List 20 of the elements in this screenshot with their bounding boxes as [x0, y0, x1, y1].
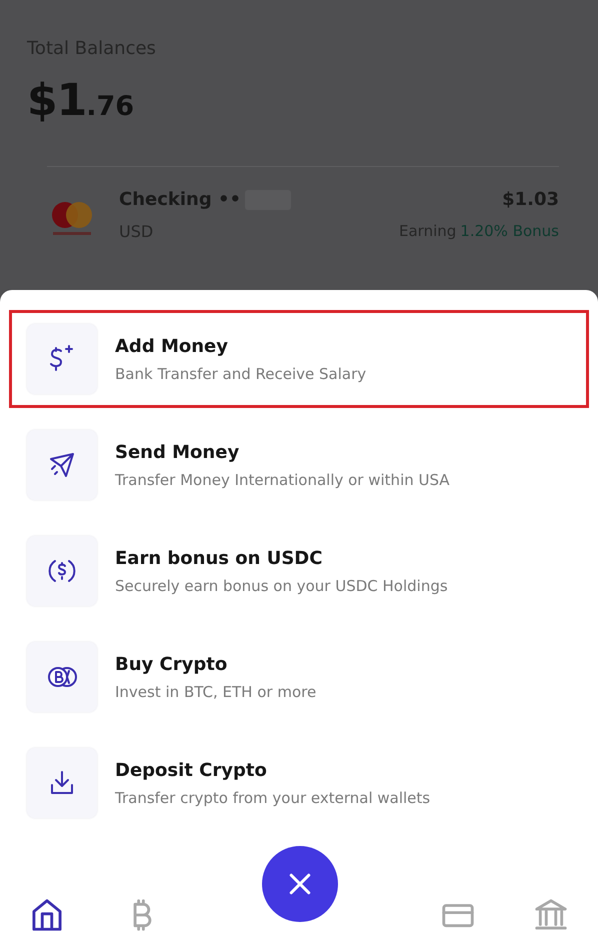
action-item[interactable]: Send Money Transfer Money Internationally or within USA	[9, 416, 589, 514]
action-description: Transfer crypto from your external wallets	[115, 788, 430, 806]
action-item[interactable]: Deposit Crypto Transfer crypto from your external wallets	[9, 734, 589, 832]
bonus-rate: 1.20% Bonus	[460, 222, 559, 240]
action-title: Earn bonus on USDC	[115, 548, 324, 568]
account-balance: $1.03	[502, 189, 559, 210]
account-name: Checking ••	[119, 189, 242, 210]
action-title: Deposit Crypto	[115, 760, 268, 780]
action-item[interactable]: Buy Crypto Invest in BTC, ETH or more	[9, 628, 589, 726]
action-item[interactable]: Earn bonus on USDC Securely earn bonus on your USDC Holdings	[9, 522, 589, 620]
action-description: Transfer Money Internationally or within USA	[115, 470, 450, 488]
action-title: Send Money	[115, 442, 240, 462]
action-title: Buy Crypto	[115, 654, 228, 674]
action-description: Securely earn bonus on your USDC Holdings	[115, 576, 448, 594]
action-description: Invest in BTC, ETH or more	[115, 682, 316, 700]
balance-cents: .76	[86, 91, 134, 122]
action-description: Bank Transfer and Receive Salary	[115, 364, 366, 382]
action-item[interactable]: Add Money Bank Transfer and Receive Salary	[9, 310, 589, 408]
balance-amount: $1	[27, 75, 86, 126]
action-title: Add Money	[115, 336, 230, 356]
